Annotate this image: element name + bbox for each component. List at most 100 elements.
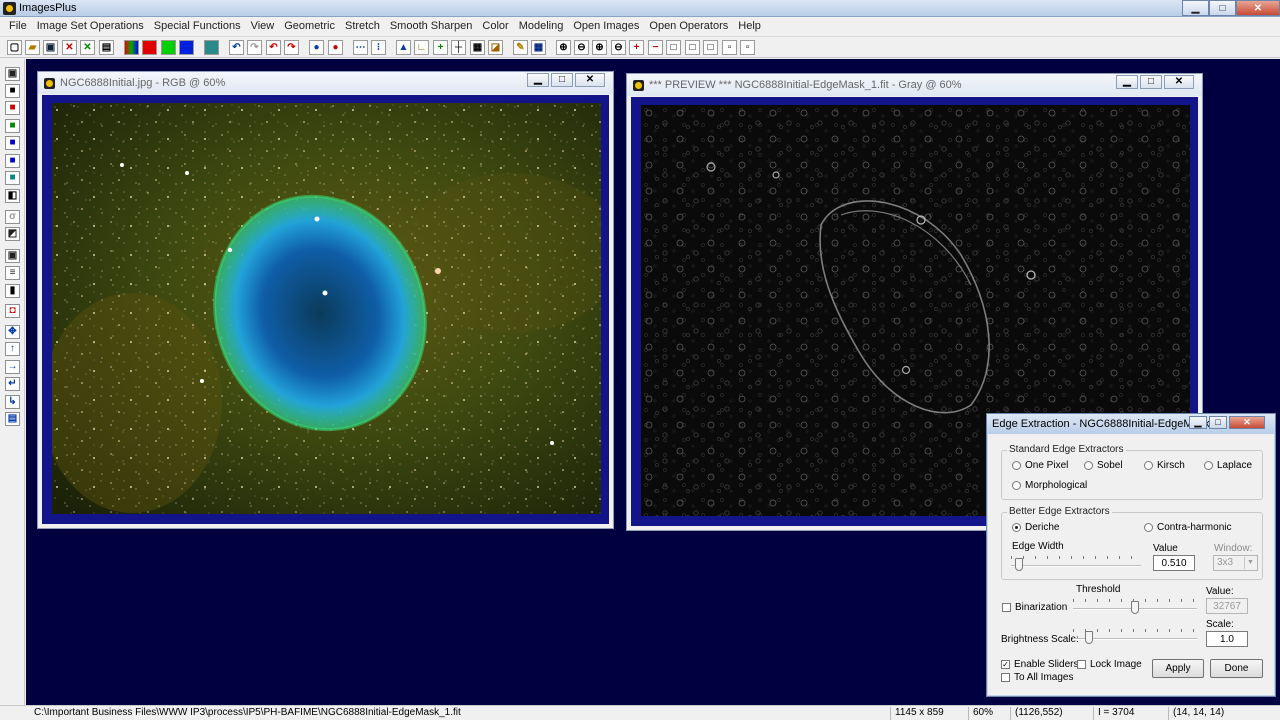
- close-image-icon[interactable]: ✕: [62, 40, 77, 55]
- pencil-icon[interactable]: ✎: [513, 40, 528, 55]
- menu-help[interactable]: Help: [733, 20, 766, 32]
- lock-image-checkbox[interactable]: Lock Image: [1077, 659, 1142, 670]
- line-dots-icon[interactable]: ⋯: [353, 40, 368, 55]
- close-button[interactable]: ✕: [1236, 0, 1280, 16]
- minimize-button[interactable]: ▁: [527, 73, 549, 87]
- frame-medium-icon[interactable]: □: [703, 40, 718, 55]
- slider-thumb[interactable]: [1131, 601, 1139, 614]
- arrow-right-icon[interactable]: →: [5, 360, 20, 374]
- radio-laplace[interactable]: Laplace: [1204, 460, 1252, 471]
- open-folder-icon[interactable]: ▰: [25, 40, 40, 55]
- dialog-title-bar[interactable]: Edge Extraction - NGC6888Initial-EdgeMas…: [987, 414, 1275, 434]
- table-icon[interactable]: ▦: [470, 40, 485, 55]
- crosshair-icon[interactable]: +: [433, 40, 448, 55]
- zoom-in-icon[interactable]: ⊕: [556, 40, 571, 55]
- maximize-button[interactable]: □: [1209, 0, 1236, 16]
- image-window-title-bar[interactable]: NGC6888Initial.jpg - RGB @ 60% ▁ □ ✕: [38, 72, 613, 94]
- menu-open-images[interactable]: Open Images: [568, 20, 644, 32]
- copy-icon[interactable]: ▤: [5, 412, 20, 426]
- histogram-icon[interactable]: ▲: [396, 40, 411, 55]
- menu-stretch[interactable]: Stretch: [340, 20, 385, 32]
- window-size-dropdown[interactable]: 3x3 ▼: [1213, 555, 1258, 571]
- brightness-slider[interactable]: [1073, 628, 1197, 648]
- nebula-rgb-image[interactable]: [52, 103, 601, 514]
- blue-mask-icon[interactable]: ■: [5, 136, 20, 150]
- binarization-checkbox[interactable]: Binarization: [1002, 602, 1067, 613]
- green-channel-icon[interactable]: [161, 40, 176, 55]
- image-window-rgb[interactable]: NGC6888Initial.jpg - RGB @ 60% ▁ □ ✕: [37, 71, 614, 529]
- teal-mask-icon[interactable]: ■: [5, 171, 20, 185]
- menu-modeling[interactable]: Modeling: [514, 20, 569, 32]
- save-icon[interactable]: ▣: [43, 40, 58, 55]
- radio-sobel[interactable]: Sobel: [1084, 460, 1123, 471]
- menu-geometric[interactable]: Geometric: [279, 20, 340, 32]
- radio-one-pixel[interactable]: One Pixel: [1012, 460, 1068, 471]
- red-channel-icon[interactable]: [142, 40, 157, 55]
- minimize-button[interactable]: ▁: [1116, 75, 1138, 89]
- close-button[interactable]: ✕: [1164, 75, 1194, 89]
- menu-smooth-sharpen[interactable]: Smooth Sharpen: [385, 20, 478, 32]
- grid-view-icon[interactable]: [204, 40, 219, 55]
- apply-button[interactable]: Apply: [1152, 659, 1204, 678]
- menu-special-functions[interactable]: Special Functions: [149, 20, 246, 32]
- menu-image-set-operations[interactable]: Image Set Operations: [32, 20, 149, 32]
- zoom-fit-icon[interactable]: ⊕: [592, 40, 607, 55]
- rgb-channels-icon[interactable]: [124, 40, 139, 55]
- menu-view[interactable]: View: [246, 20, 280, 32]
- menu-open-operators[interactable]: Open Operators: [644, 20, 733, 32]
- radio-kirsch[interactable]: Kirsch: [1144, 460, 1185, 471]
- minus-box-icon[interactable]: −: [648, 40, 663, 55]
- maximize-button[interactable]: □: [551, 73, 573, 87]
- point-icon[interactable]: ⁝: [371, 40, 386, 55]
- preview-window-title-bar[interactable]: *** PREVIEW *** NGC6888Initial-EdgeMask_…: [627, 74, 1202, 96]
- slider-thumb[interactable]: [1015, 558, 1023, 571]
- minimize-button[interactable]: ▁: [1182, 0, 1209, 16]
- blue-mask-alt-icon[interactable]: ■: [5, 154, 20, 168]
- edge-width-slider[interactable]: [1011, 555, 1141, 575]
- plus-box-icon[interactable]: +: [629, 40, 644, 55]
- curve-icon[interactable]: ∟: [414, 40, 429, 55]
- frame-large-icon[interactable]: □: [685, 40, 700, 55]
- green-mask-icon[interactable]: ■: [5, 119, 20, 133]
- done-button[interactable]: Done: [1210, 659, 1263, 678]
- frame-icon[interactable]: □: [666, 40, 681, 55]
- zoom-actual-icon[interactable]: ⊖: [611, 40, 626, 55]
- arrow-up-icon[interactable]: ↑: [5, 342, 20, 356]
- invert-icon[interactable]: ◧: [5, 189, 20, 203]
- rotate-left-icon[interactable]: ↵: [5, 377, 20, 391]
- edge-width-value-input[interactable]: [1153, 555, 1195, 571]
- frame-tiny-icon[interactable]: ▫: [740, 40, 755, 55]
- new-file-icon[interactable]: ▢: [7, 40, 22, 55]
- menu-color[interactable]: Color: [477, 20, 513, 32]
- blue-channel-icon[interactable]: [179, 40, 194, 55]
- record-icon[interactable]: ●: [309, 40, 324, 55]
- rotate-right-icon[interactable]: ↳: [5, 395, 20, 409]
- stop-icon[interactable]: ●: [328, 40, 343, 55]
- slider-thumb[interactable]: [1085, 631, 1093, 644]
- edge-extraction-dialog[interactable]: Edge Extraction - NGC6888Initial-EdgeMas…: [986, 413, 1276, 697]
- target-icon[interactable]: ▣: [5, 249, 20, 263]
- zoom-out-icon[interactable]: ⊖: [574, 40, 589, 55]
- radio-morphological[interactable]: Morphological: [1012, 480, 1087, 491]
- menu-file[interactable]: File: [4, 20, 32, 32]
- red-mask-icon[interactable]: ■: [5, 101, 20, 115]
- window-icon[interactable]: ▤: [99, 40, 114, 55]
- black-square-icon[interactable]: ■: [5, 84, 20, 98]
- minimize-button[interactable]: ▁: [1189, 416, 1207, 429]
- close-all-icon[interactable]: ✕: [80, 40, 95, 55]
- threshold-slider[interactable]: [1073, 598, 1197, 618]
- to-all-images-checkbox[interactable]: To All Images: [1001, 672, 1073, 683]
- frame-small-icon[interactable]: ▫: [722, 40, 737, 55]
- redo-all-icon[interactable]: ↷: [284, 40, 299, 55]
- cross-icon[interactable]: ┼: [451, 40, 466, 55]
- sigma-icon[interactable]: σ: [5, 210, 20, 224]
- bars-icon[interactable]: ≡: [5, 266, 20, 280]
- vertical-bar-icon[interactable]: ▮: [5, 284, 20, 298]
- undo-icon[interactable]: ↶: [229, 40, 244, 55]
- grid-icon[interactable]: ▦: [531, 40, 546, 55]
- maximize-button[interactable]: □: [1140, 75, 1162, 89]
- close-button[interactable]: ✕: [1229, 416, 1265, 429]
- threshold-value-input[interactable]: [1206, 598, 1248, 614]
- diagonal-icon[interactable]: ◩: [5, 227, 20, 241]
- chart-icon[interactable]: ◪: [488, 40, 503, 55]
